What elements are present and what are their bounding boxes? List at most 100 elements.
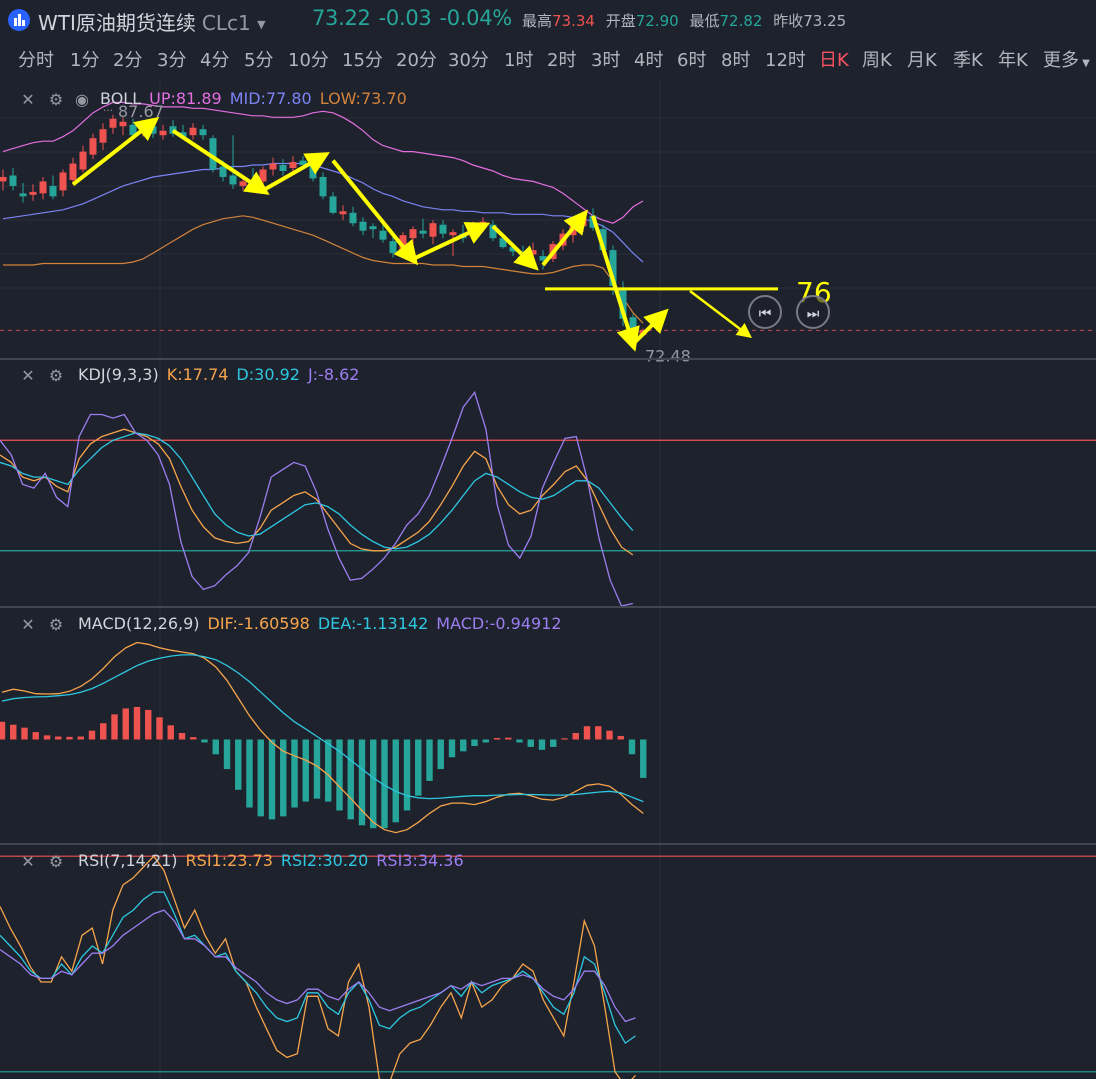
pane-divider[interactable] <box>0 358 1096 360</box>
candle-body <box>9 175 17 186</box>
gear-icon[interactable]: ⚙ <box>46 366 66 386</box>
close-icon[interactable]: ✕ <box>18 852 38 872</box>
pane-divider[interactable] <box>0 843 1096 845</box>
kdj-j-value: J:-8.62 <box>307 365 360 384</box>
candle-body <box>89 138 97 155</box>
macd-histogram-bar <box>156 717 163 740</box>
trend-arrow <box>171 129 270 195</box>
low-price-label: 72.48 <box>645 346 691 365</box>
macd-histogram-bar <box>302 739 309 802</box>
macd-histogram-bar <box>43 735 51 740</box>
macd-histogram-bar <box>201 739 208 743</box>
chart-canvas[interactable]: 87.67…72.4876 <box>0 0 1096 1079</box>
macd-histogram-bar <box>538 739 546 750</box>
candle-body <box>259 169 267 182</box>
forecast-arrow <box>689 290 752 339</box>
macd-histogram-bar <box>437 739 444 770</box>
gear-icon[interactable]: ⚙ <box>46 615 66 635</box>
kdj-k-value: K:17.74 <box>166 365 229 384</box>
macd-histogram-bar <box>0 721 6 740</box>
skip-forward-icon[interactable]: ⏭ <box>796 295 830 329</box>
close-icon[interactable]: ✕ <box>18 366 38 386</box>
kdj-d-value: D:30.92 <box>236 365 300 384</box>
macd-histogram-bar <box>583 726 591 740</box>
close-icon[interactable]: ✕ <box>18 90 38 110</box>
macd-dif-value: DIF:-1.60598 <box>207 614 310 633</box>
pane-divider[interactable] <box>0 606 1096 608</box>
macd-histogram-bar <box>493 738 501 740</box>
rsi-rsi1-line <box>0 855 636 1079</box>
rsi-rsi2-line <box>0 891 636 1045</box>
skip-back-icon[interactable]: ⏮ <box>748 295 782 329</box>
candle-body <box>379 230 387 240</box>
candle-body <box>309 163 317 179</box>
macd-histogram-bar <box>257 739 264 817</box>
macd-histogram-bar <box>561 738 568 740</box>
macd-histogram-bar <box>291 739 298 808</box>
macd-histogram-bar <box>178 732 186 740</box>
macd-histogram-bar <box>550 739 557 747</box>
macd-histogram-bar <box>55 736 62 740</box>
macd-histogram-bar <box>21 727 28 740</box>
macd-histogram-bar <box>66 736 73 740</box>
macd-histogram-bar <box>403 739 411 811</box>
macd-histogram-bar <box>133 706 141 740</box>
candle-body <box>339 211 347 215</box>
gear-icon[interactable]: ⚙ <box>46 90 66 110</box>
macd-dea-line <box>1 654 644 803</box>
gear-icon[interactable]: ⚙ <box>46 852 66 872</box>
candle-body <box>529 250 537 255</box>
macd-histogram-bar <box>628 739 636 755</box>
eye-icon[interactable]: ◉ <box>72 90 92 110</box>
candle-body <box>49 185 57 197</box>
candle-body <box>59 172 67 191</box>
macd-dea-value: DEA:-1.13142 <box>317 614 429 633</box>
candle-body <box>359 221 367 231</box>
rsi2-value: RSI2:30.20 <box>280 851 369 870</box>
macd-histogram-bar <box>100 723 107 740</box>
candle-body <box>19 193 27 197</box>
macd-histogram-bar <box>505 737 512 740</box>
boll-legend: ✕ ⚙ ◉ BOLL UP:81.89 MID:77.80 LOW:73.70 <box>0 87 460 113</box>
macd-legend: ✕ ⚙ MACD(12,26,9) DIF:-1.60598 DEA:-1.1314… <box>0 612 600 638</box>
macd-histogram-bar <box>88 730 96 740</box>
candle-body <box>109 118 117 128</box>
macd-histogram-bar <box>212 739 219 755</box>
candle-body <box>0 176 7 182</box>
candle-body <box>199 129 207 136</box>
candle-body <box>329 196 337 213</box>
trend-arrow <box>631 308 669 346</box>
macd-histogram-bar <box>10 724 17 740</box>
macd-histogram-bar <box>223 739 231 770</box>
candle-body <box>389 241 397 254</box>
candle-body <box>69 163 77 180</box>
candle-body <box>229 175 237 185</box>
macd-histogram-bar <box>482 739 489 743</box>
macd-histogram-bar <box>122 708 129 740</box>
boll-mid-value: MID:77.80 <box>229 89 312 108</box>
candle-body <box>219 166 227 177</box>
close-icon[interactable]: ✕ <box>18 615 38 635</box>
candle-body <box>449 232 457 236</box>
macd-histogram-bar <box>268 739 276 820</box>
macd-histogram-bar <box>460 739 467 752</box>
rsi-name: RSI(7,14,21) <box>78 851 178 870</box>
macd-histogram-bar <box>448 739 456 758</box>
macd-histogram-bar <box>347 739 354 820</box>
macd-histogram-bar <box>235 739 242 790</box>
macd-histogram-bar <box>595 726 602 740</box>
candle-body <box>79 151 87 170</box>
boll-lower-line <box>3 215 644 324</box>
candle-body <box>349 212 357 224</box>
macd-histogram-bar <box>145 709 152 740</box>
candle-body <box>239 181 247 186</box>
candle-body <box>189 127 197 136</box>
kdj-legend: ✕ ⚙ KDJ(9,3,3) K:17.74 D:30.92 J:-8.62 <box>0 363 400 389</box>
macd-name: MACD(12,26,9) <box>78 614 200 633</box>
trend-arrow <box>541 209 589 267</box>
candle-body <box>419 230 427 234</box>
macd-histogram-bar <box>325 739 332 802</box>
candle-body <box>29 191 37 195</box>
macd-histogram-bar <box>246 739 253 808</box>
macd-histogram-bar <box>415 739 422 796</box>
